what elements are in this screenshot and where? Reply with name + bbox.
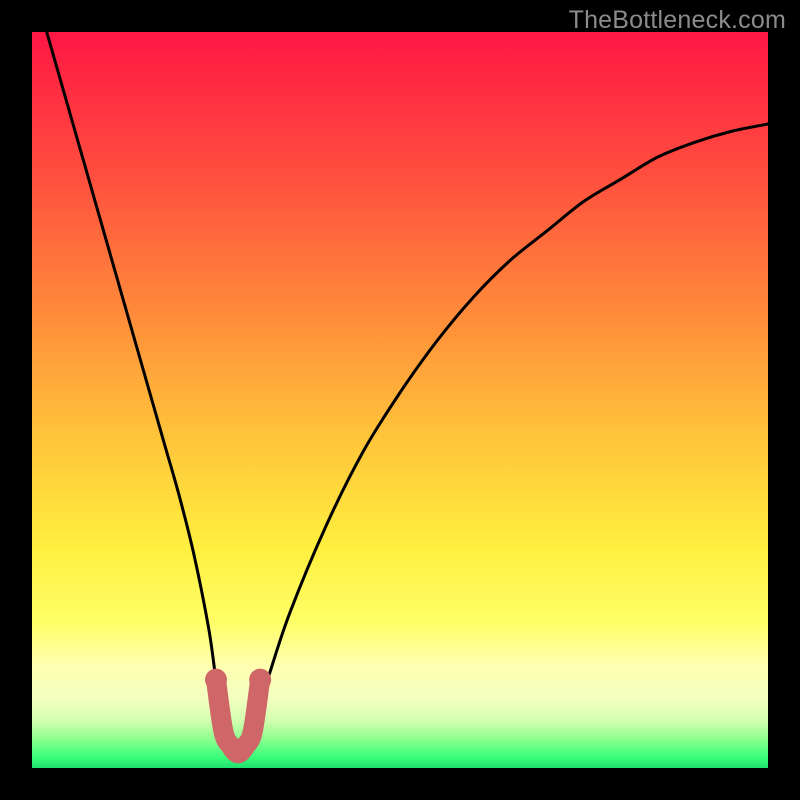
minimum-marker-dots	[205, 669, 271, 691]
curve-layer	[32, 32, 768, 768]
minimum-marker	[216, 680, 260, 754]
chart-frame: TheBottleneck.com	[0, 0, 800, 800]
watermark-text: TheBottleneck.com	[569, 6, 786, 35]
plot-area	[32, 32, 768, 768]
bottleneck-curve	[47, 32, 768, 753]
